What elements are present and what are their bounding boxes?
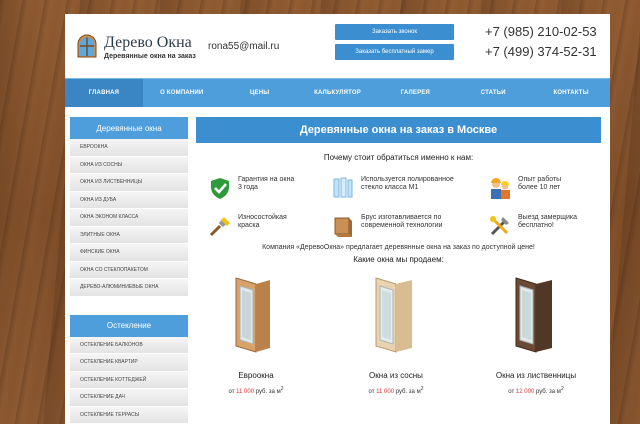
why-us-heading: Почему стоит обратиться именно к нам: [323, 153, 474, 162]
sidebar-heading-wooden-windows: Деревянные окна [70, 117, 188, 139]
nav-item-contacts[interactable]: КОНТАКТЫ [532, 79, 610, 107]
logo-subtitle: Деревянные окна на заказ [104, 53, 196, 60]
feature-measure: Выезд замерщика бесплатно! [488, 214, 577, 238]
phone-2[interactable]: +7 (499) 374-52-31 [485, 44, 597, 59]
sidebar-item-larch[interactable]: ОКНА ИЗ ЛИСТВЕННИЦЫ [70, 174, 188, 192]
page-title: Деревянные окна на заказ в Москве [196, 117, 601, 143]
window-profile-image [515, 277, 552, 353]
window-logo-icon [77, 34, 97, 58]
feature-glass: Используется полированное стекло класса М… [331, 176, 454, 200]
sidebar-item-wood-aluminum[interactable]: ДЕРЕВО-АЛЮМИНИЕВЫЕ ОКНА [70, 279, 188, 297]
sidebar-item-double-glazed[interactable]: ОКНА СО СТЕКЛОПАКЕТОМ [70, 261, 188, 279]
workers-icon [491, 178, 510, 199]
nav-item-prices[interactable]: ЦЕНЫ [221, 79, 299, 107]
brush-icon [209, 217, 230, 237]
order-call-button[interactable]: Заказать звонок [335, 24, 454, 40]
main-nav: ГЛАВНАЯ О КОМПАНИИ ЦЕНЫ КАЛЬКУЛЯТОР ГАЛЕ… [65, 78, 610, 107]
sidebar-item-pine[interactable]: ОКНА ИЗ СОСНЫ [70, 156, 188, 174]
sidebar-item-eurowindows[interactable]: ЕВРООКНА [70, 139, 188, 157]
logo-title: Дерево Окна [104, 34, 192, 51]
nav-item-articles[interactable]: СТАТЬИ [454, 79, 532, 107]
shield-check-icon [211, 178, 229, 199]
sidebar-heading-glazing: Остекление [70, 314, 188, 337]
product-name: Евроокна [238, 371, 274, 380]
tools-icon [490, 216, 509, 236]
sidebar-item-finnish[interactable]: ФИНСКИЕ ОКНА [70, 244, 188, 262]
products: Евроокна от 11 000 руб. за м2 Окна из со… [196, 264, 601, 414]
sidebar-item-balconies[interactable]: ОСТЕКЛЕНИЕ БАЛКОНОВ [70, 336, 188, 354]
main-content: Деревянные окна на заказ в Москве Почему… [196, 117, 601, 414]
nav-item-gallery[interactable]: ГАЛЕРЕЯ [376, 79, 454, 107]
sidebar-item-apartments[interactable]: ОСТЕКЛЕНИЕ КВАРТИР [70, 354, 188, 372]
product-name: Окна из лиственницы [495, 371, 577, 380]
product-price: от 11 000 руб. за м2 [368, 386, 424, 395]
company-text: Компания «ДеревоОкна» предлагает деревян… [262, 244, 535, 251]
feature-warranty: Гарантия на окна 3 года [208, 176, 294, 200]
window-profile-image [375, 277, 412, 353]
nav-item-calculator[interactable]: КАЛЬКУЛЯТОР [299, 79, 377, 107]
header: Дерево Окна Деревянные окна на заказ ron… [65, 14, 610, 77]
window-profile-image [235, 277, 270, 353]
glass-icon [333, 177, 353, 198]
sidebar-item-oak[interactable]: ОКНА ИЗ ДУБА [70, 191, 188, 209]
sidebar-item-elite[interactable]: ЭЛИТНЫЕ ОКНА [70, 226, 188, 244]
page: Дерево Окна Деревянные окна на заказ ron… [65, 14, 610, 424]
product-price: от 12 000 руб. за м2 [508, 386, 564, 395]
nav-item-about[interactable]: О КОМПАНИИ [143, 79, 221, 107]
sidebar-item-cottages[interactable]: ОСТЕКЛЕНИЕ КОТТЕДЖЕЙ [70, 371, 188, 389]
product-card-eurowindows[interactable]: Евроокна от 11 000 руб. за м2 [196, 274, 316, 395]
sidebar-item-economy[interactable]: ОКНА ЭКОНОМ КЛАССА [70, 209, 188, 227]
sidebar-item-dachas[interactable]: ОСТЕКЛЕНИЕ ДАЧ [70, 389, 188, 407]
timber-icon [334, 217, 352, 237]
feature-timber: Брус изготавливается по современной техно… [331, 214, 443, 238]
product-card-larch[interactable]: Окна из лиственницы от 12 000 руб. за м2 [476, 274, 596, 395]
sidebar: Деревянные окна ЕВРООКНА ОКНА ИЗ СОСНЫ О… [70, 117, 188, 424]
products-heading: Какие окна мы продаем: [353, 255, 444, 264]
email-link[interactable]: rona55@mail.ru [208, 41, 279, 52]
nav-item-home[interactable]: ГЛАВНАЯ [65, 79, 143, 107]
product-price: от 11 000 руб. за м2 [228, 386, 284, 395]
logo[interactable]: Дерево Окна Деревянные окна на заказ [76, 34, 196, 60]
product-name: Окна из сосны [369, 371, 423, 380]
product-card-pine[interactable]: Окна из сосны от 11 000 руб. за м2 [336, 274, 456, 395]
phone-1[interactable]: +7 (985) 210-02-53 [485, 24, 597, 39]
sidebar-item-terrace[interactable]: ОСТЕКЛЕНИЕ ТЕРРАСЫ [70, 406, 188, 424]
feature-paint: Износостойкая краска [208, 214, 287, 238]
feature-experience: Опыт работы более 10 лет [488, 176, 561, 200]
features: Гарантия на окна 3 года Используется поли… [196, 162, 601, 242]
order-measure-button[interactable]: Заказать бесплатный замер [335, 44, 454, 60]
